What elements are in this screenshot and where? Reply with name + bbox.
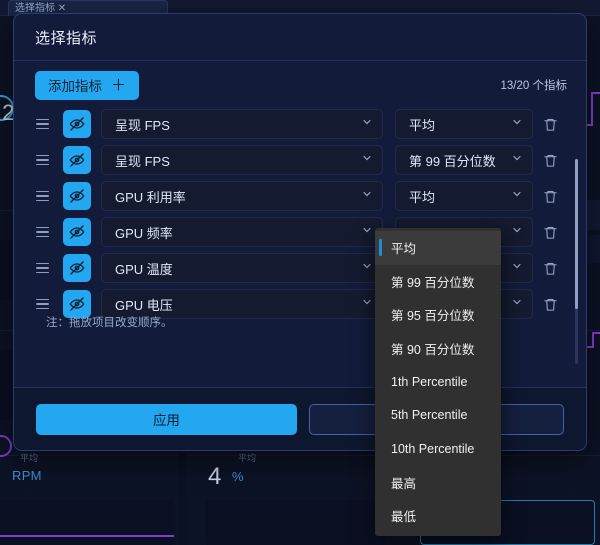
metric-select-value: GPU 利用率: [115, 189, 186, 205]
scrollbar-thumb[interactable]: [575, 159, 578, 309]
metric-select-value: GPU 温度: [115, 261, 173, 277]
metric-select-value: GPU 频率: [115, 225, 173, 241]
chevron-down-icon: [511, 295, 523, 313]
eye-off-icon[interactable]: [63, 182, 91, 210]
delete-metric-button[interactable]: [533, 225, 567, 240]
eye-off-icon[interactable]: [63, 146, 91, 174]
dropdown-item[interactable]: 第 99 百分位数: [375, 265, 501, 299]
background-caption: 平均: [238, 453, 257, 463]
metric-select-value: GPU 电压: [115, 297, 173, 313]
dropdown-item[interactable]: 10th Percentile: [375, 432, 501, 466]
eye-off-icon[interactable]: [63, 110, 91, 138]
background-divider: [0, 455, 600, 456]
chevron-down-icon: [361, 115, 373, 133]
metric-select[interactable]: GPU 利用率: [101, 181, 383, 211]
metric-select-value: 呈现 FPS: [115, 117, 170, 133]
aggregation-select-value: 平均: [409, 189, 436, 205]
dropdown-item[interactable]: 最低: [375, 499, 501, 533]
apply-button[interactable]: 应用: [36, 403, 297, 435]
metric-select[interactable]: GPU 温度: [101, 253, 383, 283]
background-sparkline: [205, 500, 385, 545]
drag-handle-icon[interactable]: [35, 257, 57, 279]
drag-hint-note: 注：拖放项目改变顺序。: [46, 317, 173, 329]
chevron-down-icon: [511, 187, 523, 205]
dropdown-item[interactable]: 1th Percentile: [375, 365, 501, 399]
background-unit-label: %: [232, 469, 244, 484]
background-divider: [178, 455, 186, 545]
chevron-down-icon: [511, 259, 523, 277]
chevron-down-icon: [361, 187, 373, 205]
dialog-toolbar: 添加指标 ＋ 13/20 个指标: [14, 61, 586, 109]
aggregation-dropdown-menu: 平均 第 99 百分位数 第 95 百分位数 第 90 百分位数 1th Per…: [375, 228, 501, 536]
metric-count-label: 13/20 个指标: [500, 80, 567, 92]
chevron-down-icon: [511, 223, 523, 241]
aggregation-select[interactable]: 平均: [395, 181, 533, 211]
drag-handle-icon[interactable]: [35, 293, 57, 315]
delete-metric-button[interactable]: [533, 189, 567, 204]
add-metric-button[interactable]: 添加指标 ＋: [35, 70, 140, 100]
background-unit-label: RPM: [12, 468, 42, 483]
metric-select-value: 呈现 FPS: [115, 153, 170, 169]
background-value: 4: [208, 463, 222, 490]
metric-row: GPU 利用率 平均: [35, 181, 567, 211]
aggregation-select[interactable]: 平均: [395, 109, 533, 139]
dropdown-item[interactable]: 第 95 百分位数: [375, 298, 501, 332]
eye-off-icon[interactable]: [63, 218, 91, 246]
metric-select[interactable]: 呈现 FPS: [101, 145, 383, 175]
chevron-down-icon: [511, 151, 523, 169]
aggregation-select-value: 第 99 百分位数: [409, 153, 496, 169]
dropdown-item[interactable]: 平均: [375, 231, 501, 265]
plus-icon: ＋: [111, 76, 127, 94]
dialog-title: 选择指标: [35, 29, 98, 47]
drag-handle-icon[interactable]: [35, 185, 57, 207]
background-sparkline: [0, 500, 174, 545]
delete-metric-button[interactable]: [533, 153, 567, 168]
eye-off-icon[interactable]: [63, 254, 91, 282]
chevron-down-icon: [361, 151, 373, 169]
aggregation-select-value: 平均: [409, 117, 436, 133]
dropdown-item[interactable]: 第 90 百分位数: [375, 332, 501, 366]
metric-row: 呈现 FPS 第 99 百分位数: [35, 145, 567, 175]
drag-handle-icon[interactable]: [35, 113, 57, 135]
chevron-down-icon: [361, 295, 373, 313]
metric-select[interactable]: 呈现 FPS: [101, 109, 383, 139]
delete-metric-button[interactable]: [533, 117, 567, 132]
chevron-down-icon: [511, 115, 523, 133]
drag-handle-icon[interactable]: [35, 221, 57, 243]
dropdown-item[interactable]: 最高: [375, 466, 501, 500]
chevron-down-icon: [361, 223, 373, 241]
metric-row: 呈现 FPS 平均: [35, 109, 567, 139]
delete-metric-button[interactable]: [533, 261, 567, 276]
add-metric-label: 添加指标: [48, 79, 102, 94]
chevron-down-icon: [361, 259, 373, 277]
gauge-ring-icon: [0, 435, 12, 457]
delete-metric-button[interactable]: [533, 297, 567, 312]
background-caption: 平均: [20, 453, 39, 463]
metric-select[interactable]: GPU 频率: [101, 217, 383, 247]
aggregation-select[interactable]: 第 99 百分位数: [395, 145, 533, 175]
dialog-header: 选择指标: [14, 14, 586, 61]
dropdown-item[interactable]: 5th Percentile: [375, 399, 501, 433]
metric-list-scrollbar[interactable]: [575, 159, 578, 364]
drag-handle-icon[interactable]: [35, 149, 57, 171]
